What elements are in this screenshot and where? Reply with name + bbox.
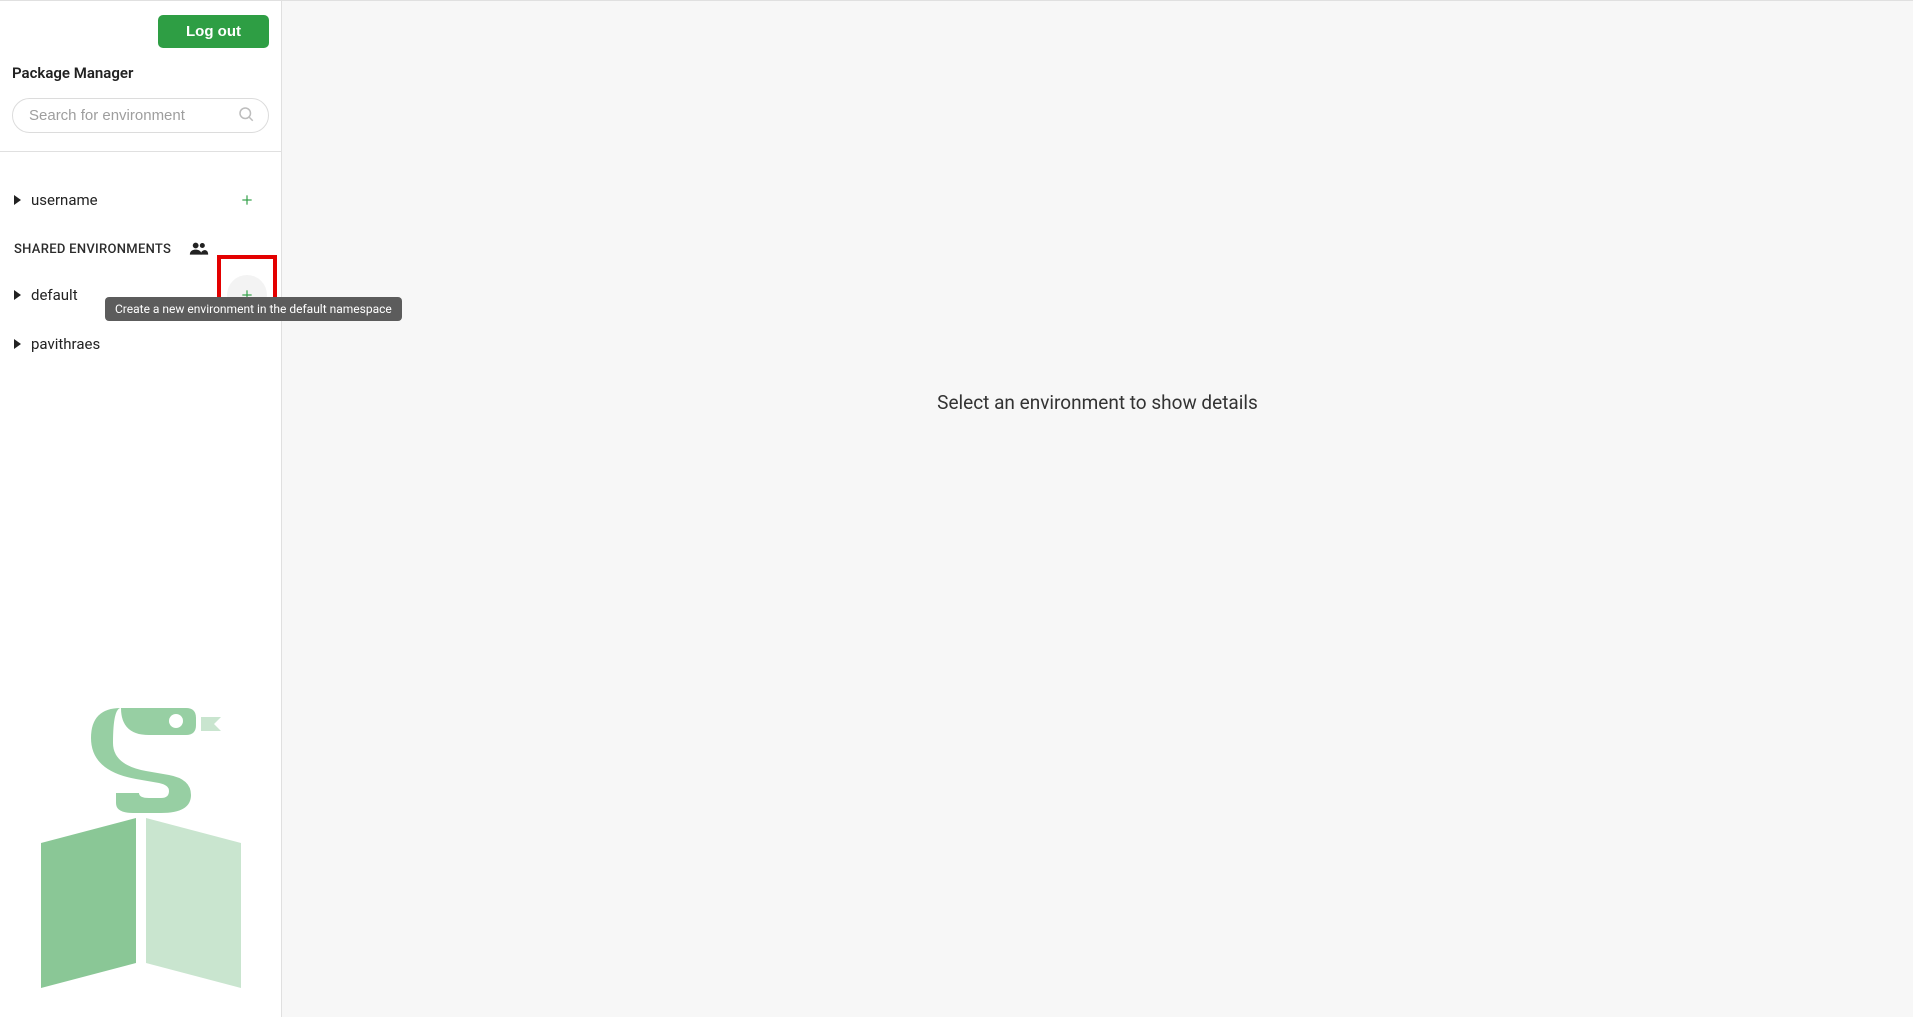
logout-row: Log out	[12, 15, 269, 48]
add-environment-button-username[interactable]	[227, 180, 267, 220]
logout-button[interactable]: Log out	[158, 15, 269, 48]
search-container	[12, 98, 269, 133]
namespace-item-pavithraes[interactable]: pavithraes	[10, 325, 271, 363]
logo-container	[0, 673, 281, 1017]
main-content: Select an environment to show details	[282, 0, 1913, 1017]
namespace-list: username SHARED ENVIRONMENTS	[0, 152, 281, 363]
namespace-item-left: pavithraes	[14, 335, 100, 353]
chevron-right-icon	[14, 339, 21, 349]
shared-environments-label: SHARED ENVIRONMENTS	[14, 242, 171, 257]
chevron-right-icon	[14, 290, 21, 300]
sidebar: Log out Package Manager username	[0, 0, 282, 1017]
shared-environments-header: SHARED ENVIRONMENTS	[10, 230, 271, 265]
group-icon	[189, 240, 209, 259]
chevron-right-icon	[14, 195, 21, 205]
tooltip: Create a new environment in the default …	[105, 297, 402, 321]
conda-store-logo-icon	[21, 693, 261, 997]
namespace-item-username[interactable]: username	[10, 170, 271, 230]
namespace-item-left: default	[14, 286, 78, 304]
sidebar-header: Log out Package Manager	[0, 0, 281, 152]
namespace-label: pavithraes	[31, 335, 100, 353]
app-title: Package Manager	[12, 64, 269, 82]
namespace-label: username	[31, 191, 98, 209]
namespace-item-left: username	[14, 191, 98, 209]
empty-state-text: Select an environment to show details	[282, 391, 1913, 414]
namespace-label: default	[31, 286, 78, 304]
search-input[interactable]	[12, 98, 269, 133]
